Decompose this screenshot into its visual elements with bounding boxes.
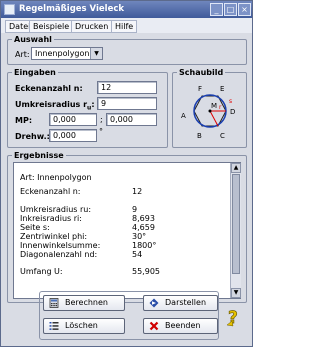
result-art: Art: Innenpolygon	[20, 173, 92, 182]
label-r: r	[219, 104, 222, 111]
red-x-icon	[149, 321, 159, 331]
umkreisradius-label-text: Umkreisradius r	[15, 100, 88, 109]
mp-y-input[interactable]: 0,000	[106, 113, 157, 126]
close-window-button[interactable]: ×	[238, 3, 251, 16]
mp-label: MP:	[15, 116, 33, 125]
menu-drucken[interactable]: Drucken	[71, 20, 113, 33]
loeschen-button[interactable]: Löschen	[43, 318, 125, 334]
inradius-line	[209, 110, 219, 127]
results-scrollbar[interactable]: ▲ ▼	[230, 163, 241, 298]
result-value-inkreisradius: 8,693	[132, 214, 155, 223]
result-value-zentriwinkel: 30°	[132, 232, 147, 241]
menu-bar: Datei Beispiele Drucken Hilfe	[1, 18, 252, 33]
loeschen-label: Löschen	[65, 321, 98, 330]
ergebnisse-legend: Ergebnisse	[14, 151, 64, 160]
label-c: C	[220, 132, 225, 140]
menu-beispiele[interactable]: Beispiele	[29, 20, 74, 33]
umkreisradius-suffix: :	[91, 100, 95, 109]
result-label-zentriwinkel: Zentriwinkel phi:	[20, 232, 88, 241]
scroll-thumb[interactable]	[232, 174, 240, 274]
result-value-seite: 4,659	[132, 223, 155, 232]
chevron-down-icon[interactable]: ▼	[90, 48, 102, 59]
polygon-diagram: F E M D A B C r s	[181, 85, 235, 140]
drehw-label: Drehw.:	[15, 132, 50, 141]
darstellen-button[interactable]: Darstellen	[143, 295, 218, 311]
result-label-umfang: Umfang U:	[20, 267, 63, 276]
mp-separator: ;	[100, 115, 103, 124]
calculator-icon	[49, 298, 59, 308]
label-e: E	[220, 85, 224, 93]
result-label-seite: Seite s:	[20, 223, 50, 232]
beenden-button[interactable]: Beenden	[143, 318, 218, 334]
result-label-innenwinkelsumme: Innenwinkelsumme:	[20, 241, 101, 250]
mp-x-input[interactable]: 0,000	[49, 113, 97, 126]
auswahl-legend: Auswahl	[14, 35, 52, 44]
label-s: s	[229, 98, 232, 105]
result-label-inkreisradius: Inkreisradius ri:	[20, 214, 82, 223]
maximize-button[interactable]: □	[224, 3, 237, 16]
schaubild-legend: Schaubild	[179, 68, 224, 77]
berechnen-button[interactable]: Berechnen	[43, 295, 125, 311]
results-list[interactable]: Art: Innenpolygon Eckenanzahl n: 12 Umkr…	[13, 162, 241, 299]
label-d: D	[230, 108, 235, 116]
eckenanzahl-input[interactable]: 12	[97, 81, 157, 94]
result-label-umkreisradius: Umkreisradius ru:	[20, 205, 92, 214]
minimize-button[interactable]: _	[210, 3, 223, 16]
umkreisradius-label: Umkreisradius ru:	[15, 100, 95, 112]
label-a: A	[181, 112, 186, 120]
result-value-eckenanzahl: 12	[132, 187, 143, 196]
yellow-question-icon[interactable]: ?	[225, 307, 245, 327]
art-label: Art:	[15, 50, 30, 59]
result-value-umfang: 55,905	[132, 267, 160, 276]
eckenanzahl-label: Eckenanzahl n:	[15, 84, 83, 93]
result-label-diagonalenzahl: Diagonalenzahl nd:	[20, 250, 98, 259]
window-title: Regelmäßiges Vieleck	[19, 4, 125, 14]
result-label-eckenanzahl: Eckenanzahl n:	[20, 187, 81, 196]
eingaben-legend: Eingaben	[14, 68, 56, 77]
art-select[interactable]: Innenpolygon ▼	[31, 47, 103, 60]
label-m: M	[211, 102, 217, 110]
result-value-diagonalenzahl: 54	[132, 250, 143, 259]
darstellen-label: Darstellen	[165, 298, 207, 307]
scroll-down-icon[interactable]: ▼	[231, 288, 241, 298]
berechnen-label: Berechnen	[65, 298, 108, 307]
label-f: F	[198, 85, 202, 93]
app-window: Regelmäßiges Vieleck _ □ × Datei Beispie…	[0, 0, 253, 347]
label-b: B	[197, 132, 202, 140]
menu-hilfe[interactable]: Hilfe	[111, 20, 138, 33]
scroll-up-icon[interactable]: ▲	[231, 163, 241, 173]
result-value-innenwinkelsumme: 1800°	[132, 241, 157, 250]
beenden-label: Beenden	[165, 321, 201, 330]
list-clear-icon	[49, 322, 59, 330]
drehw-unit: °	[99, 127, 103, 136]
result-value-umkreisradius: 9	[132, 205, 138, 214]
art-selected-value: Innenpolygon	[35, 49, 90, 58]
app-window-icon	[4, 4, 15, 15]
diamond-arrow-icon	[149, 298, 159, 308]
drehw-input[interactable]: 0,000	[49, 129, 97, 142]
title-bar[interactable]: Regelmäßiges Vieleck _ □ ×	[1, 1, 252, 18]
umkreisradius-input[interactable]: 9	[97, 97, 157, 110]
